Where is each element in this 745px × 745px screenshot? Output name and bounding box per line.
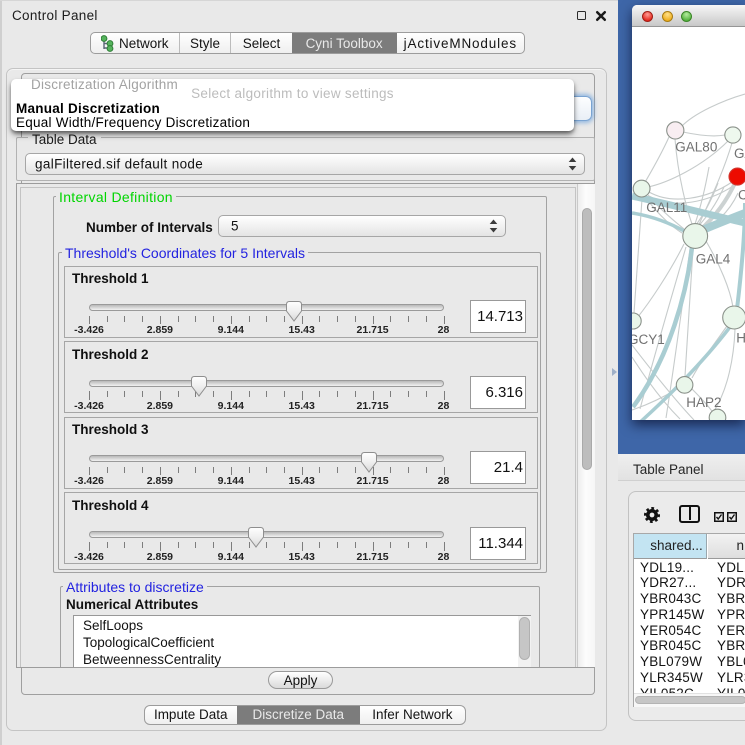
svg-text:HAP2: HAP2 (686, 395, 721, 410)
svg-text:GAL4: GAL4 (696, 252, 731, 267)
svg-text:GCY1: GCY1 (632, 332, 665, 347)
svg-text:GAL11: GAL11 (646, 200, 687, 215)
svg-text:C: C (738, 188, 745, 203)
svg-text:GAL80: GAL80 (675, 140, 717, 155)
svg-text:H: H (736, 331, 745, 346)
svg-text:GA: GA (734, 146, 745, 161)
